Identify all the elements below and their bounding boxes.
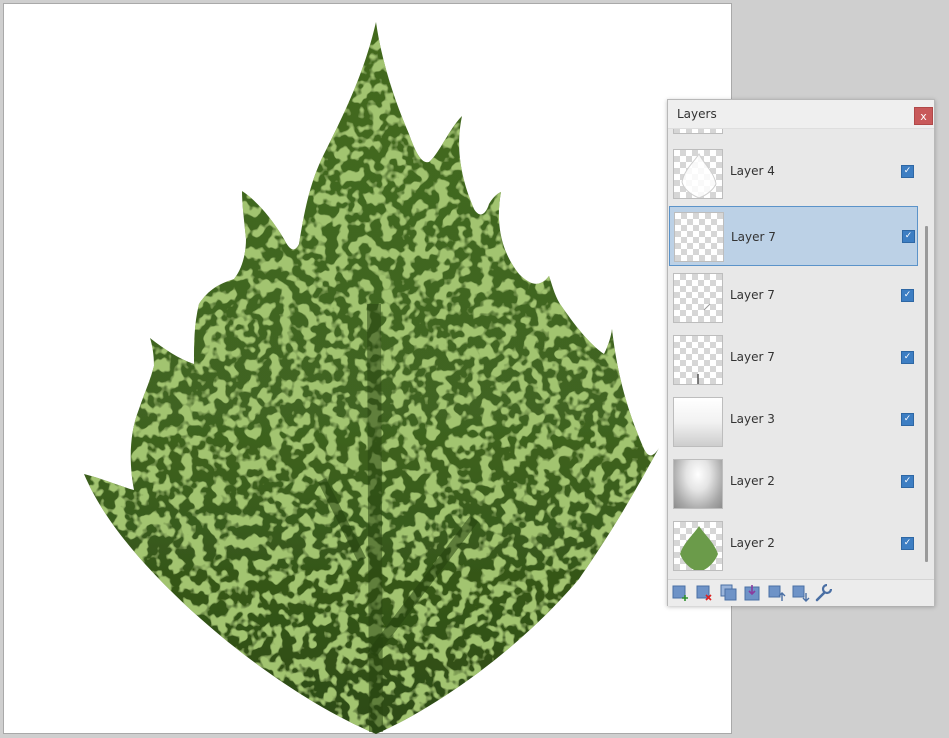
- layer-thumbnail: [674, 212, 724, 262]
- layer-thumbnail: [673, 335, 723, 385]
- layer-row[interactable]: Layer 4 ✓: [668, 142, 918, 202]
- layers-panel[interactable]: Layers x Layer 4 ✓ Layer 7 ✓ Layer 7 ✓ L…: [667, 99, 935, 606]
- add-layer-icon[interactable]: [672, 584, 690, 602]
- properties-wrench-icon[interactable]: [814, 584, 832, 602]
- layer-thumbnail: [673, 459, 723, 509]
- layer-name[interactable]: Layer 3: [730, 412, 775, 426]
- duplicate-layer-icon[interactable]: [720, 584, 738, 602]
- merge-down-icon[interactable]: [744, 584, 762, 602]
- visibility-checkbox[interactable]: ✓: [901, 289, 914, 302]
- layer-name[interactable]: Layer 7: [730, 288, 775, 302]
- visibility-checkbox[interactable]: ✓: [901, 351, 914, 364]
- visibility-checkbox[interactable]: ✓: [902, 230, 915, 243]
- layer-thumbnail: [673, 397, 723, 447]
- layer-row[interactable]: Layer 2 ✓: [668, 514, 918, 574]
- delete-layer-icon[interactable]: [696, 584, 714, 602]
- close-button[interactable]: x: [914, 107, 933, 125]
- layer-row-selected[interactable]: Layer 7 ✓: [669, 206, 918, 266]
- visibility-checkbox[interactable]: ✓: [901, 475, 914, 488]
- layer-row[interactable]: Layer 2 ✓: [668, 452, 918, 512]
- layer-thumbnail: [673, 129, 723, 134]
- layer-name[interactable]: Layer 4: [730, 164, 775, 178]
- layers-title: Layers: [677, 107, 717, 121]
- layers-scrollbar[interactable]: [925, 226, 928, 562]
- move-up-icon[interactable]: [768, 584, 786, 602]
- layer-row-partial[interactable]: [668, 129, 918, 137]
- layers-titlebar[interactable]: Layers x: [668, 100, 934, 129]
- layer-row[interactable]: Layer 7 ✓: [668, 328, 918, 388]
- layer-thumbnail: [673, 149, 723, 199]
- layer-name[interactable]: Layer 2: [730, 474, 775, 488]
- image-canvas[interactable]: [3, 3, 732, 734]
- visibility-checkbox[interactable]: ✓: [901, 413, 914, 426]
- layers-toolbar: [668, 579, 934, 606]
- layer-row[interactable]: Layer 7 ✓: [668, 266, 918, 326]
- layer-name[interactable]: Layer 2: [730, 536, 775, 550]
- visibility-checkbox[interactable]: ✓: [901, 537, 914, 550]
- layer-thumbnail: [673, 273, 723, 323]
- layer-name[interactable]: Layer 7: [730, 350, 775, 364]
- layer-row[interactable]: Layer 3 ✓: [668, 390, 918, 450]
- layers-list[interactable]: Layer 4 ✓ Layer 7 ✓ Layer 7 ✓ Layer 7 ✓ …: [668, 129, 920, 577]
- layer-name[interactable]: Layer 7: [731, 230, 776, 244]
- leaf-artwork: [84, 22, 659, 734]
- visibility-checkbox[interactable]: ✓: [901, 165, 914, 178]
- leaf-midrib: [367, 303, 383, 733]
- layer-thumbnail: [673, 521, 723, 571]
- move-down-icon[interactable]: [792, 584, 810, 602]
